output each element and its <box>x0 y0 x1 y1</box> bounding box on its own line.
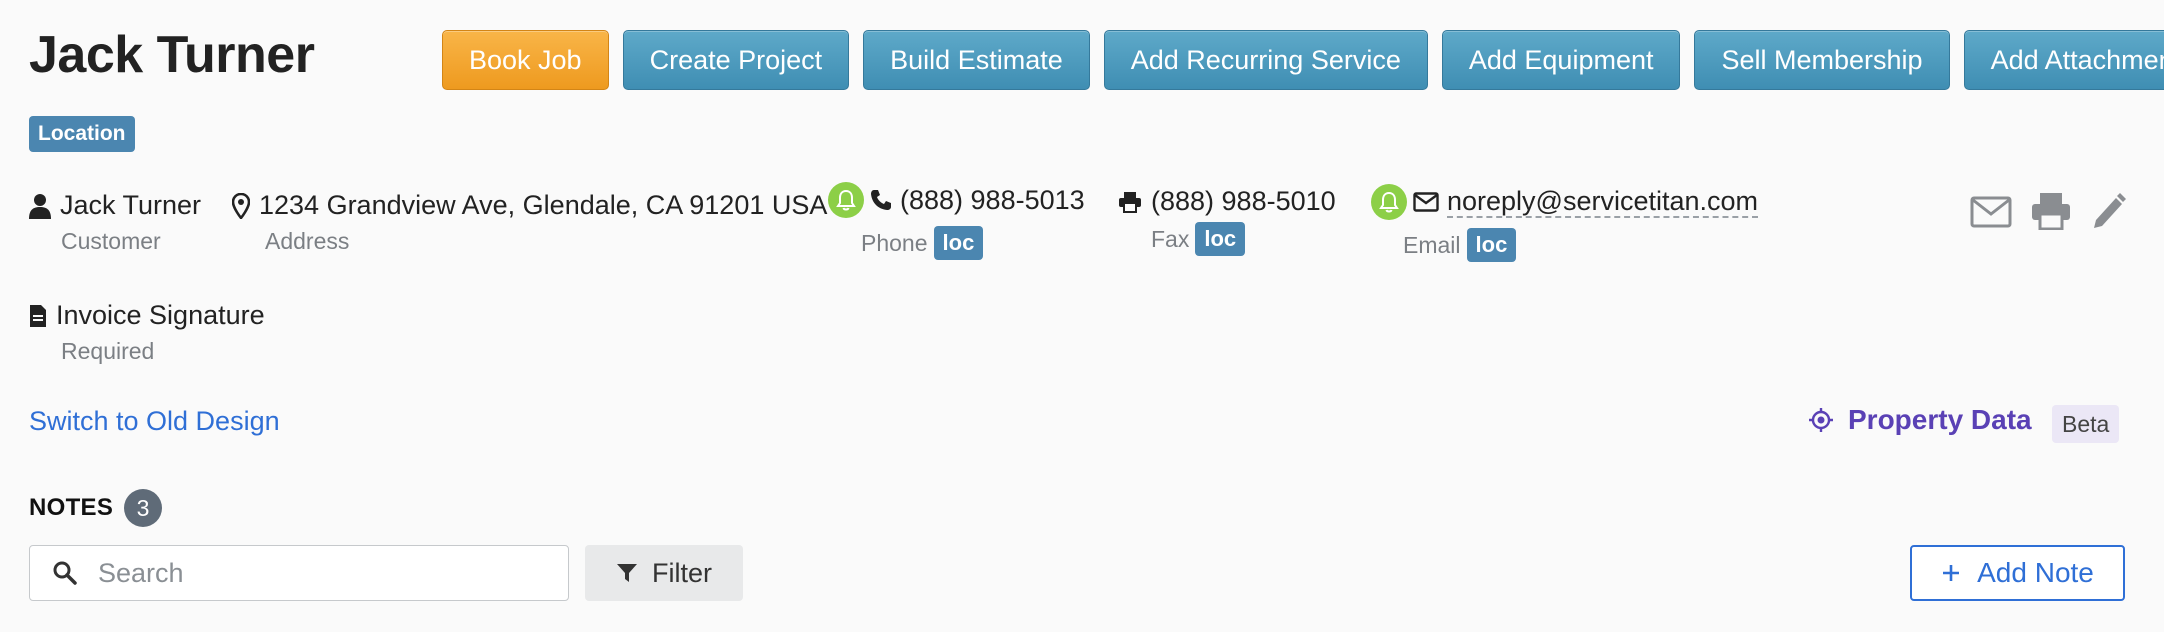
build-estimate-button[interactable]: Build Estimate <box>863 30 1090 90</box>
fax-label: Fax <box>1151 225 1190 252</box>
email-value[interactable]: noreply@servicetitan.com <box>1447 186 1759 218</box>
notes-count-badge: 3 <box>124 489 162 527</box>
sell-membership-button[interactable]: Sell Membership <box>1694 30 1950 90</box>
person-icon <box>29 193 51 219</box>
phone-value[interactable]: (888) 988-5013 <box>900 185 1085 216</box>
email-loc-tag: loc <box>1466 228 1517 262</box>
book-job-button[interactable]: Book Job <box>442 30 609 90</box>
switch-old-design-link[interactable]: Switch to Old Design <box>29 406 280 437</box>
document-icon <box>30 304 46 327</box>
property-data-link[interactable]: Property Data <box>1808 404 2032 436</box>
notes-search-box[interactable] <box>29 545 569 601</box>
property-data-label[interactable]: Property Data <box>1848 404 2032 436</box>
bell-icon[interactable] <box>828 182 864 218</box>
filter-icon <box>617 564 637 582</box>
invoice-signature-value: Invoice Signature <box>56 300 265 330</box>
fax-value: (888) 988-5010 <box>1151 186 1336 216</box>
address-value: 1234 Grandview Ave, Glendale, CA 91201 U… <box>259 190 828 220</box>
filter-button[interactable]: Filter <box>585 545 743 601</box>
fax-field: (888) 988-5010 <box>1118 186 1336 217</box>
print-icon[interactable] <box>2031 192 2071 230</box>
crosshair-icon <box>1809 408 1833 432</box>
address-label: Address <box>265 228 350 254</box>
notes-search-input[interactable] <box>98 548 558 598</box>
send-email-icon[interactable] <box>1970 196 2012 228</box>
customer-name-field: Jack Turner <box>29 190 201 221</box>
bell-icon[interactable] <box>1371 184 1407 220</box>
address-field: 1234 Grandview Ave, Glendale, CA 91201 U… <box>232 190 827 221</box>
location-badge: Location <box>29 116 135 152</box>
beta-badge: Beta <box>2052 405 2120 443</box>
add-equipment-button[interactable]: Add Equipment <box>1441 30 1681 90</box>
filter-label: Filter <box>652 557 712 588</box>
add-note-button[interactable]: Add Note <box>1910 545 2125 601</box>
envelope-icon <box>1413 192 1439 212</box>
email-label: Email <box>1403 231 1461 258</box>
customer-label: Customer <box>61 228 161 254</box>
phone-label-row: Phone loc <box>861 226 984 260</box>
add-note-label: Add Note <box>1977 557 2094 588</box>
pencil-icon[interactable] <box>2090 192 2126 230</box>
phone-loc-tag: loc <box>933 226 984 260</box>
action-toolbar: Book Job Create Project Build Estimate A… <box>442 30 2164 90</box>
fax-label-row: Fax loc <box>1151 222 1246 256</box>
map-pin-icon <box>232 192 250 219</box>
fax-loc-tag: loc <box>1195 222 1246 256</box>
add-attachment-button[interactable]: Add Attachment <box>1963 30 2164 90</box>
phone-icon <box>871 190 891 210</box>
printer-icon <box>1119 191 1141 213</box>
phone-label: Phone <box>861 229 928 256</box>
page-title: Jack Turner <box>29 26 315 84</box>
email-field: noreply@servicetitan.com <box>1371 184 1759 220</box>
plus-icon <box>1943 565 1960 581</box>
email-label-row: Email loc <box>1403 228 1517 262</box>
invoice-signature-field: Invoice Signature <box>29 300 265 331</box>
phone-field: (888) 988-5013 <box>828 182 1085 218</box>
create-project-button[interactable]: Create Project <box>622 30 850 90</box>
search-icon <box>53 561 77 585</box>
invoice-signature-label: Required <box>61 338 155 364</box>
notes-title: NOTES <box>29 494 114 521</box>
add-recurring-service-button[interactable]: Add Recurring Service <box>1103 30 1428 90</box>
customer-name-value: Jack Turner <box>60 190 202 220</box>
